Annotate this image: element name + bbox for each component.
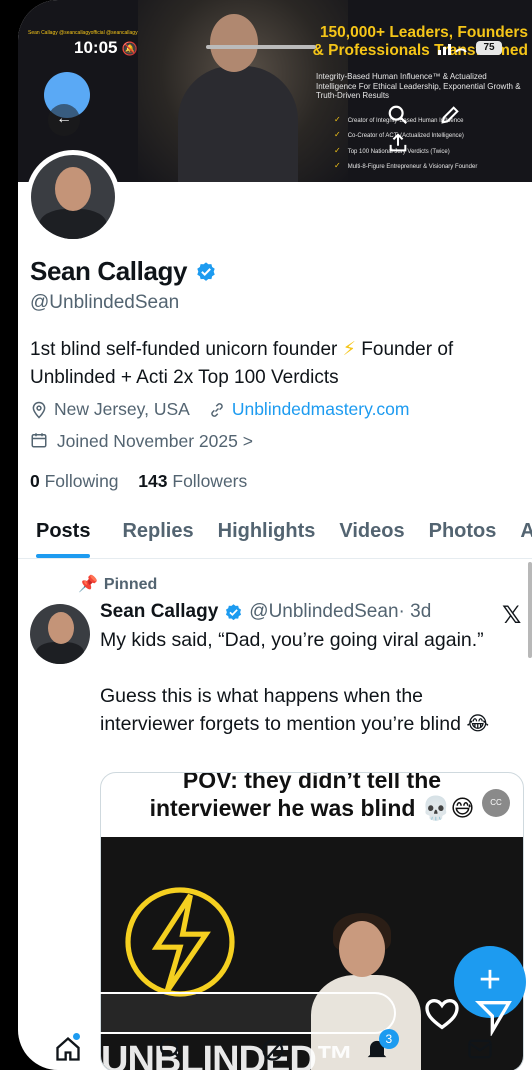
share-icon xyxy=(389,133,407,152)
avatar xyxy=(31,155,115,239)
tab-highlights[interactable]: Highlights xyxy=(218,516,316,558)
media-caption-line2: interviewer he was blind 💀😅 xyxy=(149,795,475,821)
nav-messages[interactable] xyxy=(466,1035,496,1065)
bottom-navigation: 3 xyxy=(18,1018,532,1070)
post-header: Sean Callagy @UnblindedSean · 3d xyxy=(100,601,431,623)
pinned-label: 📌 Pinned xyxy=(78,576,158,593)
tab-photos[interactable]: Photos xyxy=(429,516,497,558)
check-icon: ✓ xyxy=(334,115,341,124)
profile-joined-row[interactable]: Joined November 2025 > xyxy=(30,431,253,452)
media-caption-line1: POV: they didn’t tell the xyxy=(182,772,442,793)
banner-social-handles: Sean Callagy @seancallagyofficial @seanc… xyxy=(28,30,138,36)
notification-badge: 3 xyxy=(378,1029,399,1049)
profile-handle: @UnblindedSean xyxy=(30,292,180,313)
tab-replies[interactable]: Replies xyxy=(122,516,193,558)
followers-link[interactable]: 143 Followers xyxy=(138,471,247,491)
lightning-emoji: ⚡ xyxy=(342,339,356,360)
lightning-logo-icon xyxy=(125,887,235,997)
link-icon xyxy=(211,402,223,417)
tab-posts[interactable]: Posts xyxy=(36,516,91,558)
profile-meta-row: New Jersey, USA Unblindedmastery.com xyxy=(30,399,410,420)
grok-icon xyxy=(262,1037,286,1061)
calendar-icon xyxy=(31,433,47,448)
check-icon: ✓ xyxy=(334,160,341,170)
edit-button[interactable] xyxy=(436,104,464,132)
back-button[interactable]: ← xyxy=(48,104,80,136)
search-icon xyxy=(388,105,408,125)
profile-tabs: Posts Replies Highlights Videos Photos A… xyxy=(18,516,532,559)
pencil-icon xyxy=(441,106,460,124)
share-button[interactable] xyxy=(384,132,412,160)
battery-indicator: 75 xyxy=(476,41,502,55)
banner-person-body xyxy=(178,66,298,182)
search-icon xyxy=(160,1037,183,1061)
banner-person-head xyxy=(210,14,258,72)
following-link[interactable]: 0 Following xyxy=(30,471,119,491)
check-icon: ✓ xyxy=(334,130,341,140)
nav-notifications[interactable]: 3 xyxy=(363,1029,399,1065)
profile-follow-stats: 0 Following 143 Followers xyxy=(30,471,247,492)
search-button[interactable] xyxy=(384,104,412,132)
post-time: · 3d xyxy=(398,601,432,622)
location-pin-icon xyxy=(32,401,46,419)
header-actions xyxy=(384,104,532,160)
profile-screen: Sean Callagy @seancallagyofficial @seanc… xyxy=(18,0,532,1070)
mute-icon: 🔕 xyxy=(121,41,138,56)
status-bar-time: 10:05 🔕 xyxy=(74,38,138,57)
check-icon: ✓ xyxy=(334,145,341,155)
nav-search[interactable] xyxy=(157,1035,187,1065)
plus-icon: + xyxy=(478,959,502,1001)
tab-articles[interactable]: Articles xyxy=(520,516,532,558)
tab-videos[interactable]: Videos xyxy=(339,516,404,558)
verified-badge-icon[interactable] xyxy=(195,261,217,283)
nav-grok[interactable] xyxy=(260,1035,290,1065)
post-author-handle: @UnblindedSean xyxy=(249,601,399,622)
home-indicator xyxy=(206,45,316,49)
envelope-icon xyxy=(467,1039,492,1059)
nav-home[interactable] xyxy=(54,1033,84,1065)
banner-subtitle: Integrity-Based Human Influence™ & Actua… xyxy=(316,72,521,100)
profile-avatar[interactable] xyxy=(26,150,120,244)
profile-website-link[interactable]: Unblindedmastery.com xyxy=(232,399,410,420)
post-text: My kids said, “Dad, you’re going viral a… xyxy=(100,629,490,735)
banner-bullet: ✓ Multi-8-Figure Entrepreneur & Visionary… xyxy=(334,160,478,170)
pin-icon: 📌 xyxy=(78,576,98,593)
wifi-icon xyxy=(438,40,468,59)
profile-name: Sean Callagy xyxy=(30,256,188,286)
verified-badge-icon xyxy=(226,603,242,620)
profile-name-row: Sean Callagy xyxy=(30,256,217,287)
post-author-avatar[interactable] xyxy=(30,604,90,664)
closed-captions-button[interactable]: CC xyxy=(482,789,510,817)
profile-joined-date: Joined November 2025 xyxy=(56,431,238,451)
post-author-name[interactable]: Sean Callagy xyxy=(100,601,218,623)
back-arrow-icon: ← xyxy=(56,110,72,127)
profile-location: New Jersey, USA xyxy=(54,399,190,419)
profile-bio: 1st blind self-funded unicorn founder ⚡ … xyxy=(30,339,454,388)
scrollbar[interactable] xyxy=(528,562,532,658)
chevron-right-icon: > xyxy=(242,431,253,451)
